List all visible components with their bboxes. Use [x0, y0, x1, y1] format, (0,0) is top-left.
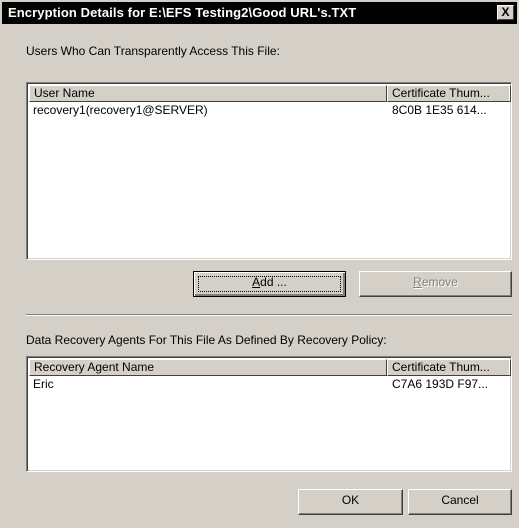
recovery-section-label: Data Recovery Agents For This File As De… [26, 333, 387, 347]
recovery-agent-row[interactable]: Eric C7A6 193D F97... [29, 376, 509, 392]
ok-button-label: OK [341, 493, 360, 507]
close-icon: X [501, 5, 510, 19]
close-button[interactable]: X [497, 5, 514, 20]
recovery-agent-name-cell: Eric [33, 377, 54, 391]
window-title: Encryption Details for E:\EFS Testing2\G… [8, 5, 357, 20]
recovery-agent-thumbprint-cell: C7A6 193D F97... [392, 377, 489, 391]
column-header-recovery-certificate-thumbprint[interactable]: Certificate Thum... [387, 359, 511, 376]
remove-button[interactable]: Remove [359, 271, 512, 297]
column-header-certificate-thumbprint[interactable]: Certificate Thum... [387, 85, 511, 102]
user-row[interactable]: recovery1(recovery1@SERVER) 8C0B 1E35 61… [29, 102, 509, 118]
cancel-button[interactable]: Cancel [408, 489, 512, 515]
ok-button[interactable]: OK [298, 489, 403, 515]
column-header-recovery-agent-name[interactable]: Recovery Agent Name [29, 359, 387, 376]
remove-button-label: emove [421, 275, 458, 289]
users-list-header: User Name Certificate Thum... [29, 85, 511, 102]
user-thumbprint-cell: 8C0B 1E35 614... [392, 103, 487, 117]
remove-mnemonic: R [413, 275, 422, 289]
user-name-cell: recovery1(recovery1@SERVER) [33, 103, 208, 117]
users-section-label: Users Who Can Transparently Access This … [26, 44, 280, 58]
recovery-list-header: Recovery Agent Name Certificate Thum... [29, 359, 511, 376]
users-list[interactable]: User Name Certificate Thum... recovery1(… [26, 82, 512, 260]
encryption-details-dialog: Encryption Details for E:\EFS Testing2\G… [0, 0, 519, 528]
add-mnemonic: A [252, 275, 261, 289]
add-button[interactable]: Add ... [193, 271, 346, 297]
recovery-agents-list[interactable]: Recovery Agent Name Certificate Thum... … [26, 356, 512, 472]
section-divider [26, 314, 512, 316]
column-header-user-name[interactable]: User Name [29, 85, 387, 102]
add-button-label: dd ... [260, 275, 287, 289]
title-bar[interactable]: Encryption Details for E:\EFS Testing2\G… [2, 2, 517, 24]
cancel-button-label: Cancel [441, 493, 479, 507]
